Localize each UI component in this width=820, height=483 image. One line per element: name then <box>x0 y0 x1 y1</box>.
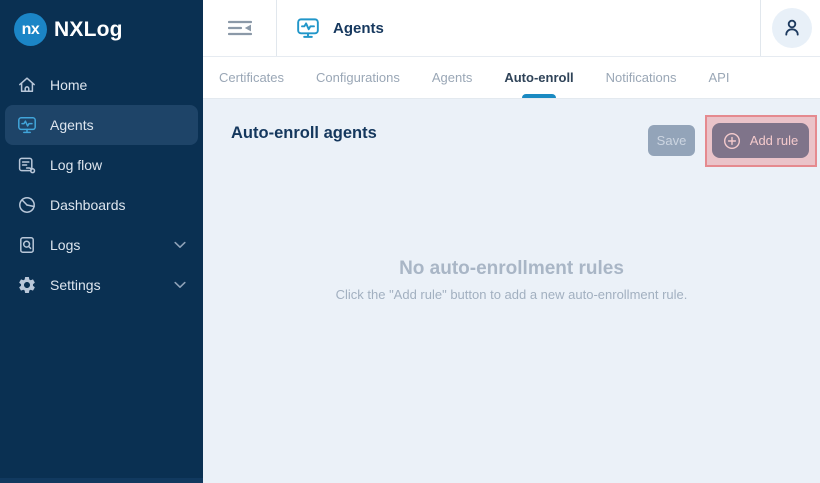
sidebar-item-label: Agents <box>50 117 94 133</box>
tab-api[interactable]: API <box>692 57 745 98</box>
header-divider <box>276 0 277 56</box>
tab-agents[interactable]: Agents <box>416 57 488 98</box>
sidebar-item-logs[interactable]: Logs <box>5 225 198 265</box>
sidebar-item-label: Home <box>50 77 88 93</box>
tab-bar: Certificates Configurations Agents Auto-… <box>203 56 820 99</box>
log-flow-icon <box>17 155 37 175</box>
tab-certificates[interactable]: Certificates <box>203 57 300 98</box>
dashboards-icon <box>17 195 37 215</box>
add-rule-label: Add rule <box>749 133 799 148</box>
page-title: Agents <box>333 19 384 37</box>
main-area: Agents Certificates Configurations Agent… <box>203 0 820 483</box>
app-window: nx NXLog Home Agents Log flow Dashboards… <box>0 0 820 483</box>
chevron-down-icon <box>174 241 186 249</box>
sidebar: nx NXLog Home Agents Log flow Dashboards… <box>0 0 203 483</box>
sidebar-item-log-flow[interactable]: Log flow <box>5 145 198 185</box>
brand-name: NXLog <box>54 17 123 41</box>
add-rule-button[interactable]: Add rule <box>712 123 809 158</box>
agents-page-icon <box>296 16 320 40</box>
top-header: Agents <box>203 0 820 56</box>
agents-icon <box>17 115 37 135</box>
settings-icon <box>17 275 37 295</box>
logs-icon <box>17 235 37 255</box>
chevron-down-icon <box>174 281 186 289</box>
empty-state: No auto-enrollment rules Click the "Add … <box>203 258 820 302</box>
user-avatar-button[interactable] <box>772 8 812 48</box>
brand-logo[interactable]: nx NXLog <box>0 0 203 56</box>
sidebar-item-label: Log flow <box>50 157 103 173</box>
sidebar-item-label: Dashboards <box>50 197 126 213</box>
home-icon <box>17 75 37 95</box>
sidebar-collapse-button[interactable] <box>203 0 276 56</box>
save-button[interactable]: Save <box>648 125 695 156</box>
sidebar-item-settings[interactable]: Settings <box>5 265 198 305</box>
tab-notifications[interactable]: Notifications <box>590 57 693 98</box>
empty-state-subtitle: Click the "Add rule" button to add a new… <box>335 287 688 302</box>
content-panel: Auto-enroll agents Save Add rule No auto… <box>203 99 820 483</box>
sidebar-bottom-strip <box>0 478 203 483</box>
plus-circle-icon <box>723 132 740 149</box>
sidebar-nav: Home Agents Log flow Dashboards Logs Set… <box>0 56 203 305</box>
header-divider <box>760 0 761 56</box>
sidebar-item-dashboards[interactable]: Dashboards <box>5 185 198 225</box>
empty-state-title: No auto-enrollment rules <box>399 258 624 279</box>
page-heading: Auto-enroll agents <box>231 124 377 142</box>
nxlog-logo-icon: nx <box>14 13 47 46</box>
sidebar-item-label: Logs <box>50 237 81 253</box>
tab-configurations[interactable]: Configurations <box>300 57 416 98</box>
sidebar-item-home[interactable]: Home <box>5 65 198 105</box>
sidebar-item-agents[interactable]: Agents <box>5 105 198 145</box>
tab-auto-enroll[interactable]: Auto-enroll <box>488 57 589 98</box>
sidebar-item-label: Settings <box>50 277 101 293</box>
